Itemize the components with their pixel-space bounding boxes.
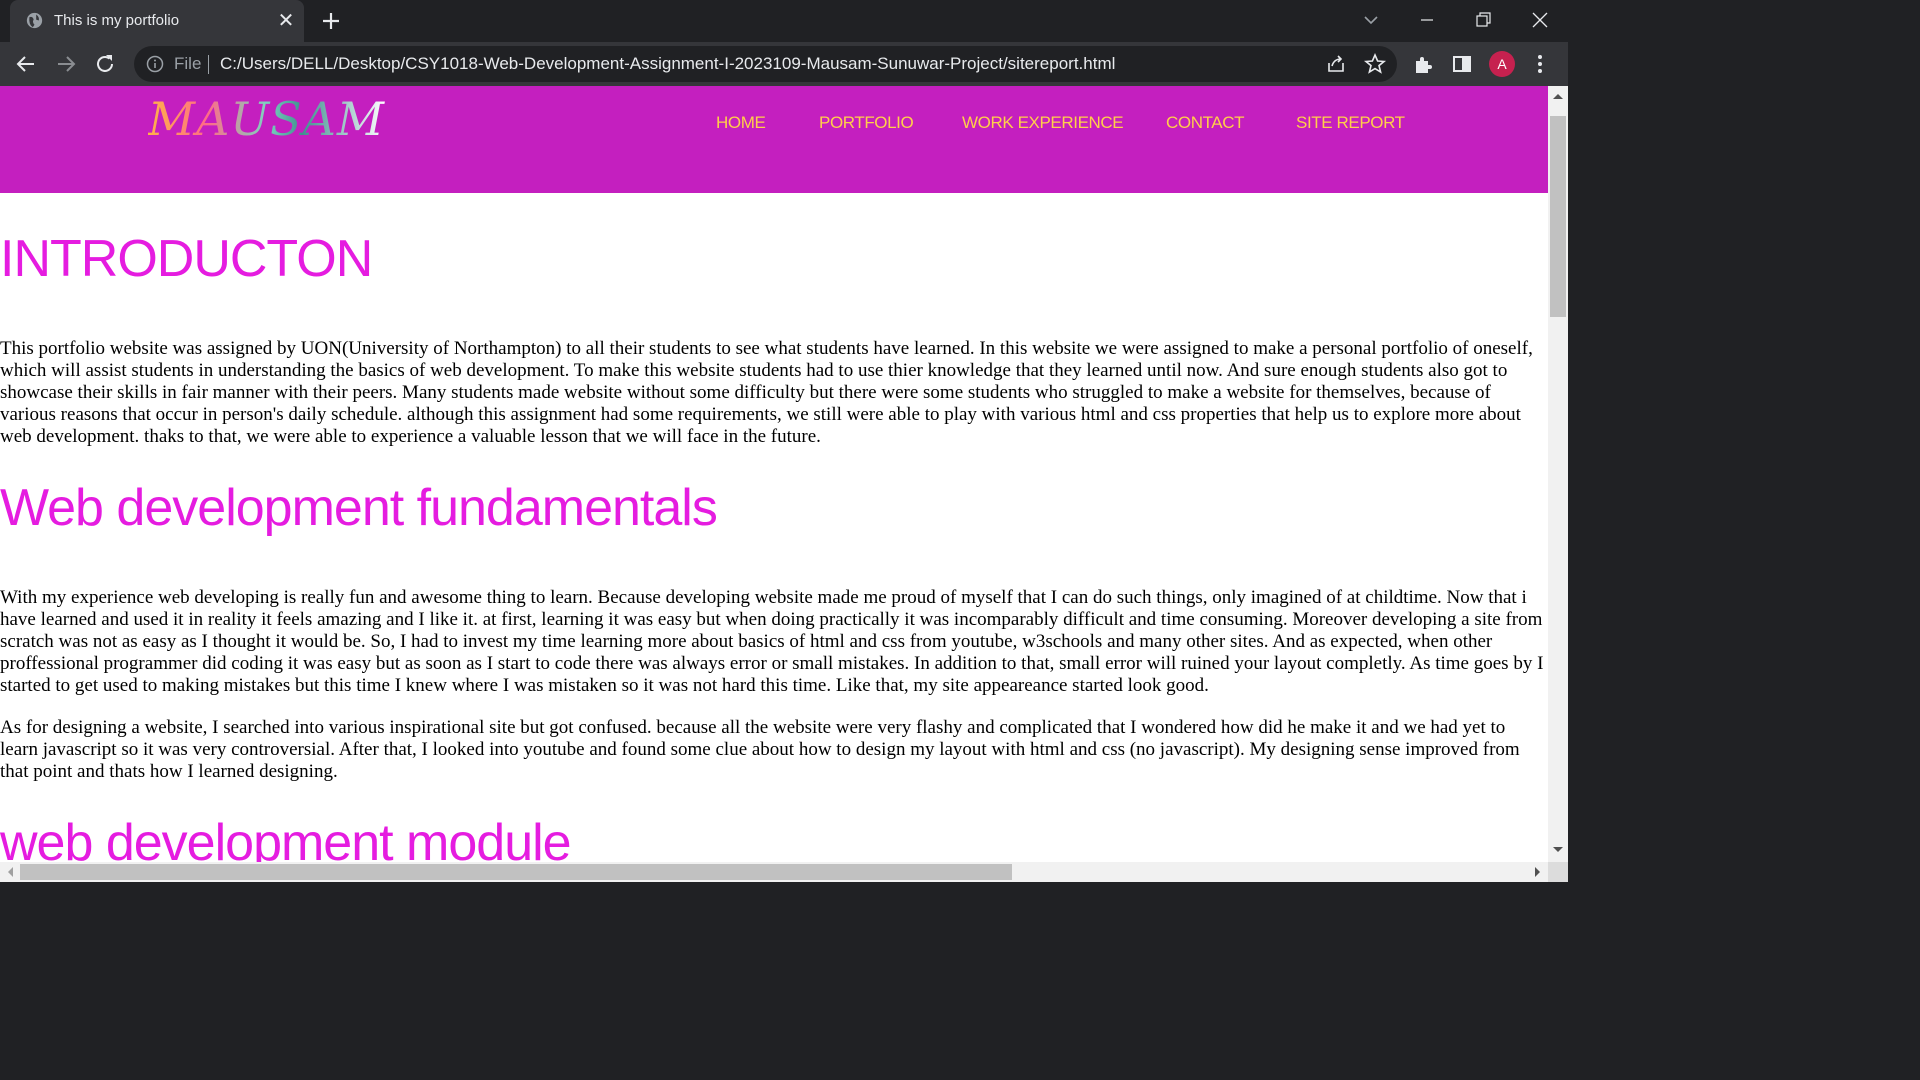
scroll-up-arrow-icon[interactable] (1552, 92, 1564, 100)
tab-title: This is my portfolio (54, 12, 180, 29)
url-text[interactable]: C:/Users/DELL/Desktop/CSY1018-Web-Develo… (220, 54, 1115, 74)
new-tab-icon[interactable] (319, 9, 343, 33)
address-bar[interactable]: File C:/Users/DELL/Desktop/CSY1018-Web-D… (134, 46, 1397, 82)
more-menu-icon[interactable] (1528, 52, 1552, 76)
page-viewport: MAUSAM HOME PORTFOLIO WORK EXPERIENCE CO… (0, 86, 1568, 882)
vertical-scrollbar[interactable] (1548, 86, 1568, 864)
nav-portfolio[interactable]: PORTFOLIO (819, 113, 914, 133)
horizontal-scrollbar[interactable] (0, 862, 1548, 882)
scheme-label: File (174, 54, 202, 73)
tab-search-chevron-icon[interactable] (1362, 11, 1380, 29)
scroll-down-arrow-icon[interactable] (1552, 846, 1564, 854)
back-arrow-icon[interactable] (14, 52, 38, 76)
browser-tab-strip: This is my portfolio ✕ (0, 0, 1568, 42)
forward-arrow-icon[interactable] (54, 52, 78, 76)
close-window-icon[interactable] (1528, 8, 1552, 32)
globe-icon (26, 12, 43, 29)
bookmark-star-icon[interactable] (1363, 52, 1387, 76)
browser-toolbar: File C:/Users/DELL/Desktop/CSY1018-Web-D… (0, 42, 1568, 86)
nav-site-report[interactable]: SITE REPORT (1296, 113, 1405, 133)
scroll-right-arrow-icon[interactable] (1534, 866, 1542, 878)
site-logo[interactable]: MAUSAM (148, 92, 385, 146)
site-header: MAUSAM HOME PORTFOLIO WORK EXPERIENCE CO… (0, 86, 1548, 193)
share-icon[interactable] (1324, 52, 1348, 76)
side-panel-icon[interactable] (1450, 52, 1474, 76)
address-separator (208, 55, 209, 74)
profile-avatar[interactable]: A (1489, 51, 1515, 77)
reload-icon[interactable] (93, 52, 117, 76)
tab-close-icon[interactable]: ✕ (276, 11, 296, 31)
fundamentals-paragraph-1: With my experience web developing is rea… (0, 587, 1544, 696)
nav-home[interactable]: HOME (716, 113, 766, 133)
intro-paragraph: This portfolio website was assigned by U… (0, 338, 1533, 447)
section-heading-introduction: INTRODUCTON (0, 230, 373, 288)
browser-tab[interactable]: This is my portfolio ✕ (10, 0, 304, 42)
vertical-scroll-thumb[interactable] (1550, 116, 1566, 317)
scrollbar-corner (1548, 862, 1568, 882)
minimize-icon[interactable] (1415, 8, 1439, 32)
restore-icon[interactable] (1471, 8, 1495, 32)
extensions-puzzle-icon[interactable] (1411, 52, 1435, 76)
horizontal-scroll-thumb[interactable] (20, 864, 1012, 880)
info-icon[interactable] (146, 55, 164, 73)
nav-contact[interactable]: CONTACT (1166, 113, 1245, 133)
scroll-left-arrow-icon[interactable] (6, 866, 14, 878)
section-heading-web-dev-fundamentals: Web development fundamentals (0, 479, 718, 537)
fundamentals-paragraph-2: As for designing a website, I searched i… (0, 717, 1520, 782)
nav-work-experience[interactable]: WORK EXPERIENCE (962, 113, 1124, 133)
